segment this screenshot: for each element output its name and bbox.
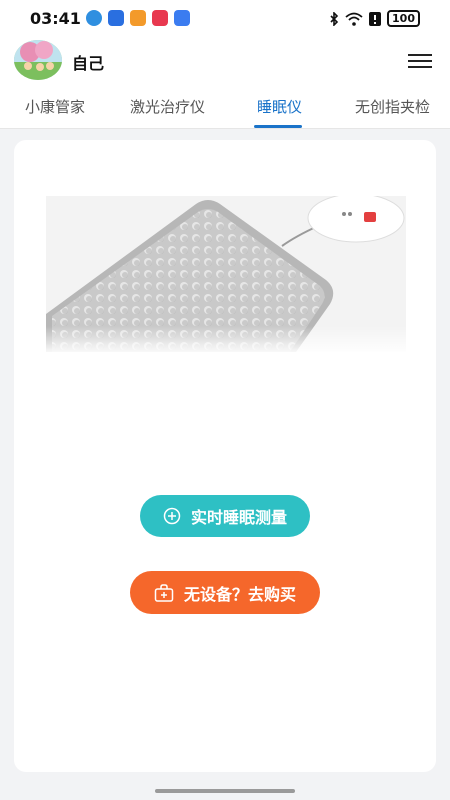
status-bar: 03:41 100 [0,0,450,36]
app-icon-red [152,10,168,26]
avatar[interactable] [14,40,62,80]
tab-laser-therapy[interactable]: 激光治疗仪 [130,96,205,117]
buy-button-label: 无设备？去购买 [183,584,296,604]
measure-button-label: 实时睡眠测量 [190,508,287,527]
sleep-device-image [46,196,406,352]
app-header: 自己 [0,36,450,88]
plus-circle-icon [163,507,181,525]
main-card: 实时睡眠测量 无设备？去购买 [14,140,436,772]
notification-icons [86,10,190,26]
tab-sleep-device[interactable]: 睡眠仪 [257,96,302,117]
app-icon-blue [108,10,124,26]
active-tab-indicator [254,125,302,128]
home-indicator[interactable] [155,789,295,793]
tab-xiaokang[interactable]: 小康管家 [25,96,85,117]
system-icons: 100 [329,10,420,27]
app-icon-orange [130,10,146,26]
user-name: 自己 [72,54,105,73]
buy-device-button[interactable]: 无设备？去购买 [130,571,320,614]
app-icon-chat [174,10,190,26]
battery-icon: 100 [387,10,420,27]
alert-icon [369,11,382,26]
hamburger-menu-icon[interactable] [408,54,432,70]
battery-level: 100 [392,12,415,25]
app-icon-globe [86,10,102,26]
device-tabs: 小康管家 激光治疗仪 睡眠仪 无创指夹检 [0,88,450,129]
wifi-icon [345,12,363,26]
shopping-bag-icon [154,583,174,602]
realtime-sleep-measure-button[interactable]: 实时睡眠测量 [140,495,310,537]
status-time: 03:41 [30,9,81,28]
tab-finger-clip[interactable]: 无创指夹检 [355,96,430,117]
bluetooth-icon [330,11,339,26]
